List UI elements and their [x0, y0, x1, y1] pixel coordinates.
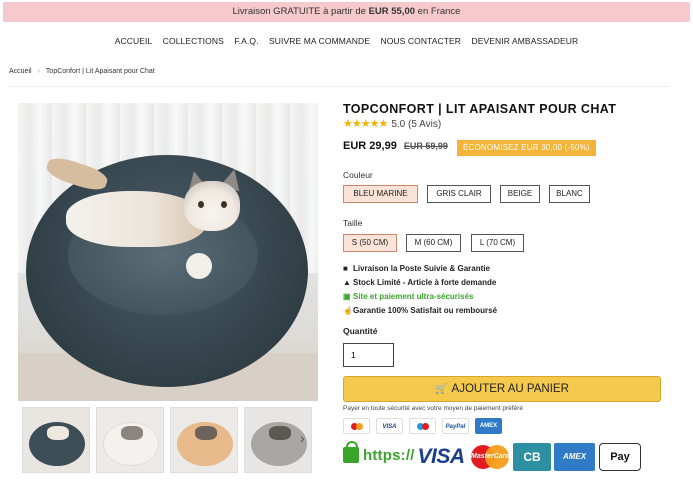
nav-item-devenir-ambassadeur[interactable]: DEVENIR AMBASSADEUR: [472, 36, 579, 46]
mastercard-text: MasterCard: [471, 453, 510, 460]
size-label: Taille: [343, 218, 363, 228]
feature-stock-text: Stock Limité - Article à forte demande: [353, 278, 497, 287]
cart-icon: 🛒: [435, 384, 448, 395]
truck-icon: ■: [343, 264, 348, 273]
cb-logo: CB: [513, 443, 551, 471]
thumbnail-cat: [195, 426, 217, 440]
cat-paw: [186, 253, 212, 279]
divider: [9, 86, 669, 87]
breadcrumb-current: TopConfort | Lit Apaisant pour Chat: [45, 68, 155, 75]
announcement-prefix: Livraison GRATUITE à partir de: [232, 6, 369, 17]
thumbnail-white[interactable]: [96, 407, 164, 473]
cat-eye-left: [198, 201, 204, 208]
breadcrumb-home[interactable]: Accueil: [9, 68, 32, 75]
size-option-m[interactable]: M (60 CM): [406, 234, 461, 252]
current-price: EUR 29,99: [343, 140, 397, 152]
add-to-cart-label: AJOUTER AU PANIER: [451, 383, 569, 395]
announcement-suffix: en France: [415, 6, 461, 17]
add-to-cart-button[interactable]: 🛒 AJOUTER AU PANIER: [343, 376, 661, 402]
color-option-bleu-marine[interactable]: BLEU MARINE: [343, 185, 418, 203]
thumbnail-navy[interactable]: [22, 407, 90, 473]
nav-item-nous-contacter[interactable]: NOUS CONTACTER: [380, 36, 461, 46]
breadcrumb-separator: ›: [37, 68, 40, 75]
feature-shipping: ■ Livraison la Poste Suivie & Garantie: [343, 262, 497, 276]
star-rating-icon: ★★★★★: [343, 118, 388, 130]
breadcrumb: Accueil › TopConfort | Lit Apaisant pour C…: [9, 68, 155, 75]
nav-item-faq[interactable]: F.A.Q.: [234, 36, 258, 46]
maestro-mini-icon: [409, 418, 436, 434]
amex-logo: AMEX: [554, 443, 595, 471]
cat-eye-right: [221, 201, 227, 208]
thumbnail-beige[interactable]: [170, 407, 238, 473]
rating-text: 5.0 (5 Avis): [391, 119, 442, 130]
apple-pay-logo: Pay: [599, 443, 641, 471]
nav-item-collections[interactable]: COLLECTIONS: [163, 36, 224, 46]
color-option-beige[interactable]: BEIGE: [500, 185, 540, 203]
old-price: EUR 59,99: [403, 141, 448, 151]
mastercard-mini-icon: [343, 418, 370, 434]
lock-icon: [343, 441, 359, 463]
card-icon: ▣: [343, 292, 351, 301]
color-option-gris-clair[interactable]: GRIS CLAIR: [427, 185, 491, 203]
feature-secure-text: Site et paiement ultra-sécurisés: [353, 292, 474, 301]
product-main-image[interactable]: [18, 103, 318, 401]
quantity-label: Quantité: [343, 326, 378, 336]
feature-secure: ▣ Site et paiement ultra-sécurisés: [343, 290, 497, 304]
visa-mini-icon: VISA: [376, 418, 403, 434]
announcement-amount: EUR 55,00: [368, 6, 416, 17]
thumbnail-cat: [269, 426, 291, 440]
chevron-right-icon[interactable]: ›: [300, 430, 305, 446]
color-option-blanc[interactable]: BLANC: [549, 185, 590, 203]
quantity-input[interactable]: [343, 343, 394, 367]
cat-head: [184, 181, 240, 231]
product-rating[interactable]: ★★★★★ 5.0 (5 Avis): [343, 117, 441, 130]
warning-icon: ▲: [343, 278, 351, 287]
feature-list: ■ Livraison la Poste Suivie & Garantie ▲ S…: [343, 262, 497, 318]
paypal-mini-icon: PayPal: [442, 418, 469, 434]
announcement-bar: Livraison GRATUITE à partir de EUR 55,00…: [3, 2, 690, 22]
mastercard-logo: MasterCard: [471, 443, 510, 471]
thumbnail-cat: [121, 426, 143, 440]
feature-shipping-text: Livraison la Poste Suivie & Garantie: [353, 264, 490, 273]
nav-item-accueil[interactable]: ACCUEIL: [115, 36, 153, 46]
product-title: TOPCONFORT | LIT APAISANT POUR CHAT: [343, 102, 617, 116]
size-option-s[interactable]: S (50 CM): [343, 234, 397, 252]
visa-logo: VISA: [417, 445, 465, 468]
color-label: Couleur: [343, 170, 373, 180]
price-row: EUR 29,99 EUR 59,99: [343, 140, 448, 156]
payment-note: Payer en toute sécurité avec votre moyen…: [343, 405, 523, 412]
savings-badge: ÉCONOMISEZ EUR 30,00 (-50%): [457, 140, 596, 156]
amex-mini-icon: AMEX: [475, 418, 502, 434]
thumbs-up-icon: ☝: [343, 306, 353, 315]
nav-item-suivre-commande[interactable]: SUIVRE MA COMMANDE: [269, 36, 370, 46]
feature-stock: ▲ Stock Limité - Article à forte demande: [343, 276, 497, 290]
feature-guarantee-text: Garantie 100% Satisfait ou remboursé: [353, 306, 498, 315]
main-nav: ACCUEIL COLLECTIONS F.A.Q. SUIVRE MA COM…: [0, 36, 693, 46]
size-option-l[interactable]: L (70 CM): [471, 234, 524, 252]
https-text: https://: [363, 447, 415, 464]
thumbnail-cat: [47, 426, 69, 440]
feature-guarantee: ☝Garantie 100% Satisfait ou remboursé: [343, 304, 497, 318]
